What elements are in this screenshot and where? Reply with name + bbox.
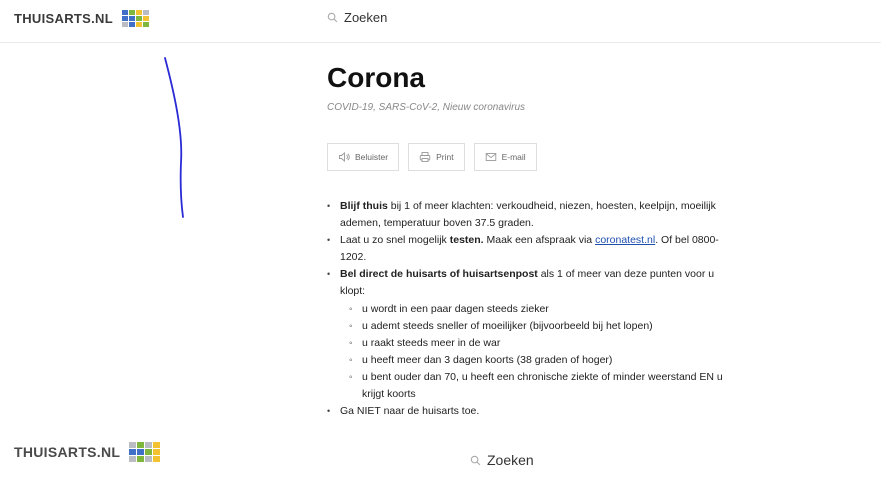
search-label: Zoeken [487,452,534,468]
sub-list-item: u raakt steeds meer in de war [340,335,727,352]
printer-icon [419,152,431,162]
pen-annotation [164,57,184,218]
site-logo[interactable]: THUISARTS.NL [14,10,149,27]
sub-list-item: u heeft meer dan 3 dagen koorts (38 grad… [340,352,727,369]
symptom-list: u wordt in een paar dagen steeds zieker … [340,301,727,403]
advice-content: Blijf thuis bij 1 of meer klachten: verk… [327,198,727,420]
page-title: Corona [327,62,425,93]
search-icon [327,12,338,23]
search-icon [470,455,481,465]
print-button[interactable]: Print [408,143,465,171]
listen-label: Beluister [355,152,389,162]
print-label: Print [436,152,454,162]
search-label: Zoeken [344,10,388,25]
top-header: THUISARTS.NL Zoeken [0,0,881,43]
list-item: Bel direct de huisarts of huisartsenpost… [327,266,727,403]
coronatest-link[interactable]: coronatest.nl [595,234,655,246]
sub-list-item: u bent ouder dan 70, u heeft een chronis… [340,369,727,403]
listen-button[interactable]: Beluister [327,143,400,171]
list-item: Blijf thuis bij 1 of meer klachten: verk… [327,198,727,232]
email-label: E-mail [501,152,526,162]
list-item: Ga NIET naar de huisarts toe. [327,403,727,420]
logo-mark-icon [129,442,161,462]
logo-mark-icon [121,10,149,27]
email-button[interactable]: E-mail [473,143,537,171]
list-item: Laat u zo snel mogelijk testen. Maak een… [327,232,727,266]
search-button[interactable]: Zoeken [327,10,387,25]
footer-search-button[interactable]: Zoeken [470,452,534,468]
action-bar: Beluister Print E-mail [327,143,537,171]
sub-list-item: u wordt in een paar dagen steeds zieker [340,301,727,318]
speaker-icon [339,152,350,162]
advice-list: Blijf thuis bij 1 of meer klachten: verk… [327,198,727,420]
footer-logo[interactable]: THUISARTS.NL [14,442,161,462]
page-subtitle: COVID-19, SARS-CoV-2, Nieuw coronavirus [327,102,526,113]
logo-text: THUISARTS.NL [14,11,113,26]
logo-text: THUISARTS.NL [14,444,121,460]
sub-list-item: u ademt steeds sneller of moeilijker (bi… [340,318,727,335]
mail-icon [485,153,496,161]
